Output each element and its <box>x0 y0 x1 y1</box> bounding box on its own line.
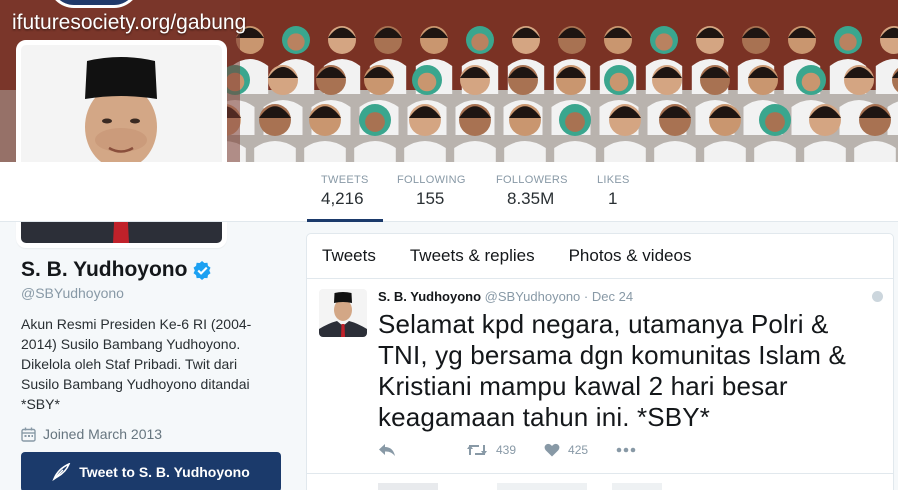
stat-likes-label: LIKES <box>597 174 630 186</box>
banner-person-face <box>609 72 629 92</box>
stat-followers-value: 8.35M <box>507 189 555 208</box>
retweet-count: 439 <box>496 443 517 457</box>
banner-person-face <box>365 112 385 132</box>
stat-followers-label: FOLLOWERS <box>496 174 568 186</box>
heart-icon <box>544 443 560 457</box>
tweet-more-options-icon[interactable] <box>872 291 883 302</box>
profile-card: S. B. Yudhoyono @SBYudhoyono Akun Resmi … <box>21 258 283 490</box>
tweet-actions: 439 425 <box>378 443 672 457</box>
more-dots-icon <box>616 447 636 453</box>
next-tweet-date-placeholder <box>612 483 662 490</box>
tweet-avatar-portrait <box>319 289 367 337</box>
tweet-item-next[interactable] <box>307 474 893 490</box>
retweet-icon <box>467 445 487 455</box>
like-count: 425 <box>568 443 589 457</box>
banner-url-text: ifuturesociety.org/gabung <box>12 11 247 34</box>
tweet-date[interactable]: Dec 24 <box>592 289 633 304</box>
tab-photos-and-videos[interactable]: Photos & videos <box>569 246 692 266</box>
tweet-author-avatar[interactable] <box>319 289 367 337</box>
banner-person-face <box>417 72 437 92</box>
tweet-author-handle[interactable]: @SBYudhoyono <box>485 289 581 304</box>
banner-person-face <box>765 112 785 132</box>
banner-person-face <box>839 33 857 51</box>
profile-bio: Akun Resmi Presiden Ke-6 RI (2004-2014) … <box>21 316 252 412</box>
stat-likes[interactable]: LIKES 1 <box>597 174 630 209</box>
banner-person-face <box>471 33 489 51</box>
tab-tweets[interactable]: Tweets <box>322 246 376 266</box>
stat-following[interactable]: FOLLOWING 155 <box>397 174 466 209</box>
tab-tweets-and-replies[interactable]: Tweets & replies <box>410 246 535 266</box>
stat-likes-value: 1 <box>608 189 618 208</box>
next-tweet-name-placeholder <box>378 483 438 490</box>
verified-badge-icon <box>193 260 211 280</box>
next-tweet-handle-placeholder <box>497 483 587 490</box>
tweet-header: S. B. Yudhoyono @SBYudhoyono · Dec 24 <box>378 289 633 304</box>
profile-joined-date: Joined March 2013 <box>21 426 283 442</box>
stat-tweets[interactable]: TWEETS 4,216 <box>307 174 383 222</box>
stat-following-value: 155 <box>416 189 445 208</box>
tweet-item[interactable]: S. B. Yudhoyono @SBYudhoyono · Dec 24 Se… <box>307 279 893 474</box>
stat-following-label: FOLLOWING <box>397 174 466 186</box>
stat-tweets-label: TWEETS <box>321 174 369 186</box>
calendar-icon <box>21 427 36 442</box>
timeline-tabs: Tweets Tweets & replies Photos & videos <box>307 234 893 279</box>
timeline: Tweets Tweets & replies Photos & videos … <box>306 233 894 490</box>
reply-icon <box>379 444 395 456</box>
banner-person-face <box>655 33 673 51</box>
like-button[interactable]: 425 <box>544 443 588 457</box>
tweet-to-label: Tweet to S. B. Yudhoyono <box>79 464 250 480</box>
stat-tweets-value: 4,216 <box>321 189 364 208</box>
banner-person-face <box>801 72 821 92</box>
profile-handle[interactable]: @SBYudhoyono <box>21 285 283 301</box>
banner-person-face <box>287 33 305 51</box>
profile-stats-nav: TWEETS 4,216 FOLLOWING 155 FOLLOWERS 8.3… <box>0 162 898 222</box>
reply-button[interactable] <box>378 443 404 457</box>
tweet-separator: · <box>583 289 589 304</box>
compose-quill-icon <box>52 463 71 481</box>
tweet-to-button[interactable]: Tweet to S. B. Yudhoyono <box>21 452 281 490</box>
stat-followers[interactable]: FOLLOWERS 8.35M <box>496 174 568 209</box>
joined-text: Joined March 2013 <box>43 426 163 442</box>
profile-name[interactable]: S. B. Yudhoyono <box>21 258 187 282</box>
tweet-author-name[interactable]: S. B. Yudhoyono <box>378 289 481 304</box>
retweet-button[interactable]: 439 <box>466 443 516 457</box>
banner-person-face <box>565 112 585 132</box>
more-actions-button[interactable] <box>616 447 644 453</box>
tweet-text: Selamat kpd negara, utamanya Polri & TNI… <box>378 309 846 432</box>
